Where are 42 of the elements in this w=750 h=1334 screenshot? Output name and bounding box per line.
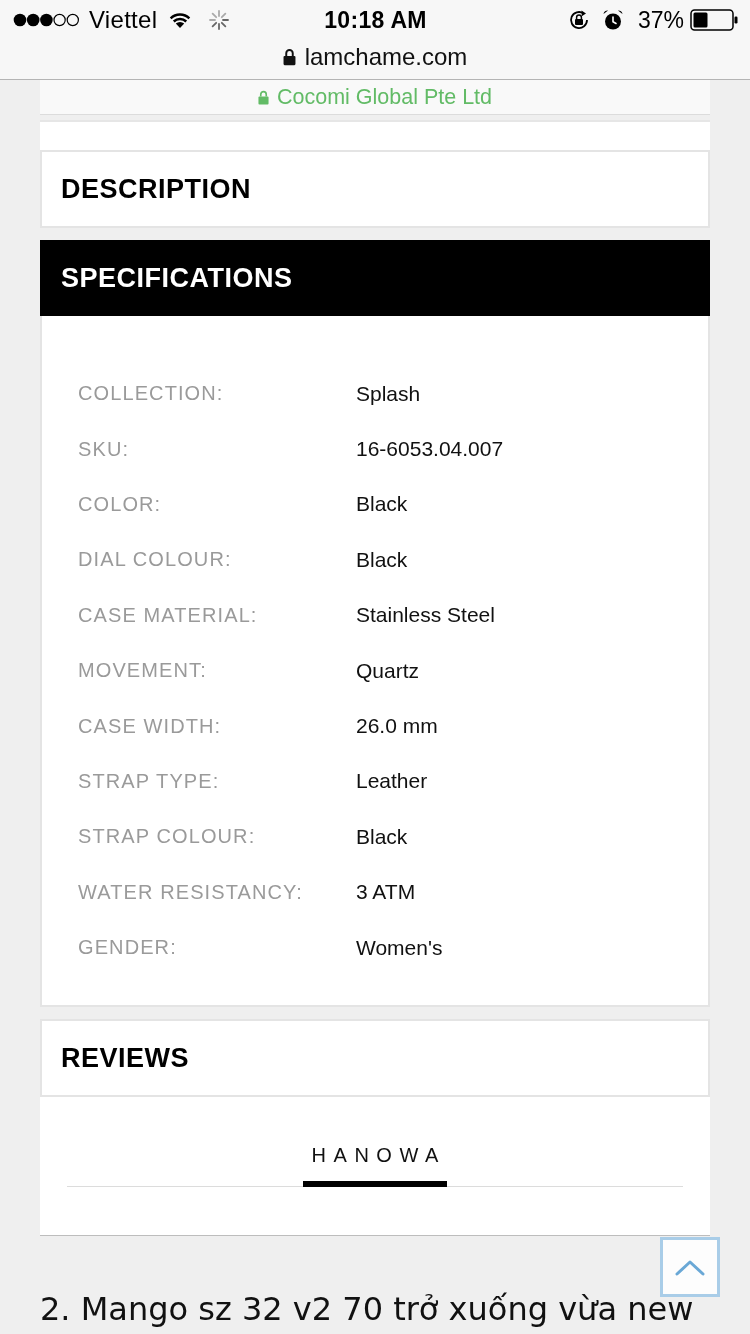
spec-label: COLOR: bbox=[78, 492, 162, 516]
spec-value: Black bbox=[356, 492, 408, 517]
spec-label: CASE MATERIAL: bbox=[78, 603, 258, 627]
rotation-lock-icon bbox=[567, 9, 590, 31]
loading-spinner-icon bbox=[209, 10, 230, 30]
certificate-label: Cocomi Global Pte Ltd bbox=[276, 84, 493, 110]
address-url[interactable]: lamchame.com bbox=[304, 42, 468, 71]
spec-value: Black bbox=[356, 547, 408, 572]
spec-value: 3 ATM bbox=[356, 880, 416, 905]
spec-value: 26.0 mm bbox=[356, 714, 438, 739]
alarm-clock-icon bbox=[601, 9, 624, 31]
battery-percentage: 37% bbox=[637, 6, 684, 34]
lock-icon bbox=[282, 47, 296, 66]
spec-label: MOVEMENT: bbox=[78, 659, 207, 683]
spec-label: WATER RESISTANCY: bbox=[78, 880, 304, 904]
spec-label: COLLECTION: bbox=[78, 382, 224, 406]
spec-label: STRAP COLOUR: bbox=[78, 825, 256, 849]
spec-value: Leather bbox=[356, 769, 428, 794]
status-time: 10:18 AM bbox=[324, 6, 427, 34]
spec-label: DIAL COLOUR: bbox=[78, 548, 232, 572]
section-header[interactable]: REVIEWS bbox=[40, 1019, 710, 1097]
section-header[interactable]: DESCRIPTION bbox=[40, 150, 710, 228]
carrier-name: Viettel bbox=[89, 6, 158, 34]
spec-value: Splash bbox=[356, 381, 421, 406]
scroll-top-button[interactable] bbox=[660, 1237, 720, 1297]
lock-icon bbox=[257, 89, 269, 105]
spec-value: Women's bbox=[356, 935, 443, 960]
battery-icon bbox=[690, 9, 738, 31]
post-text: 2. Mango sz 32 v2 70 trở xuống vừa new bbox=[40, 1289, 695, 1329]
spec-label: SKU: bbox=[78, 437, 130, 461]
spec-value: Quartz bbox=[356, 658, 420, 683]
wifi-icon bbox=[169, 12, 192, 28]
spec-label: GENDER: bbox=[78, 936, 177, 960]
chevron-up-icon bbox=[675, 1258, 705, 1276]
spec-value: Stainless Steel bbox=[356, 603, 495, 628]
spec-label: CASE WIDTH: bbox=[78, 714, 222, 738]
spec-label: STRAP TYPE: bbox=[78, 769, 220, 793]
signal-strength-icon bbox=[13, 13, 80, 27]
brand-tab[interactable]: HANOWA bbox=[302, 1144, 448, 1187]
spec-value: 16-6053.04.007 bbox=[356, 437, 504, 462]
spec-value: Black bbox=[356, 824, 408, 849]
section-header[interactable]: SPECIFICATIONS bbox=[40, 240, 710, 316]
